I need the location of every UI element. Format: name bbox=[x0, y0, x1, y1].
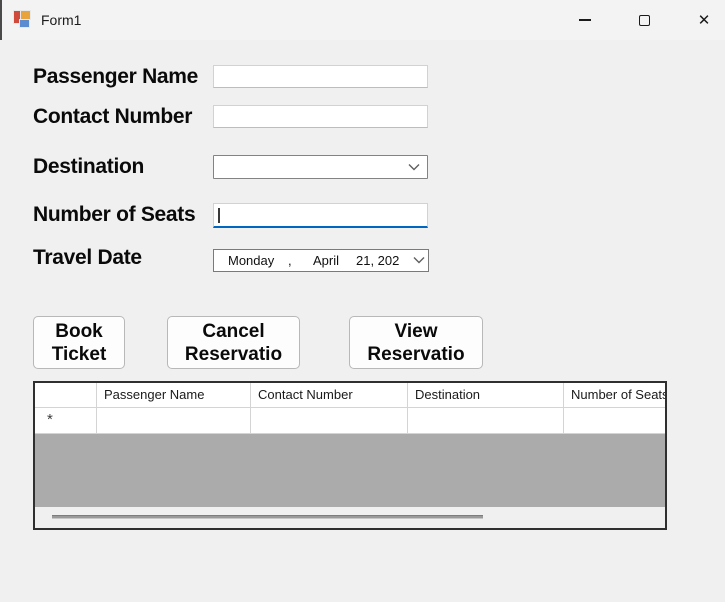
grid-column-header-destination[interactable]: Destination bbox=[408, 383, 564, 408]
number-of-seats-field-wrapper bbox=[213, 203, 428, 228]
grid-corner-cell[interactable] bbox=[35, 383, 97, 408]
cancel-reservation-label-line2: Reservatio bbox=[185, 343, 282, 366]
grid-cell-contact-number[interactable] bbox=[251, 408, 408, 434]
chevron-down-icon bbox=[408, 163, 420, 171]
contact-number-input[interactable] bbox=[213, 105, 428, 128]
date-month: April bbox=[313, 250, 339, 271]
grid-column-header-contact-number[interactable]: Contact Number bbox=[251, 383, 408, 408]
grid-cell-passenger-name[interactable] bbox=[97, 408, 251, 434]
grid-cell-destination[interactable] bbox=[408, 408, 564, 434]
travel-date-label: Travel Date bbox=[33, 245, 142, 270]
minimize-icon bbox=[579, 19, 591, 21]
view-reservation-button[interactable]: View Reservatio bbox=[349, 316, 483, 369]
minimize-button[interactable] bbox=[562, 0, 608, 40]
text-caret bbox=[218, 208, 220, 223]
grid-new-row-marker[interactable]: * bbox=[35, 408, 97, 434]
grid-scrollbar-thumb[interactable] bbox=[52, 515, 483, 519]
close-icon: ✕ bbox=[698, 13, 711, 28]
maximize-icon bbox=[639, 15, 650, 26]
view-reservation-label-line2: Reservatio bbox=[367, 343, 464, 366]
grid-horizontal-scrollbar[interactable] bbox=[35, 507, 665, 528]
book-ticket-label-line1: Book bbox=[55, 320, 103, 343]
passenger-name-input[interactable] bbox=[213, 65, 428, 88]
grid-column-header-passenger-name[interactable]: Passenger Name bbox=[97, 383, 251, 408]
grid-header-row: Passenger Name Contact Number Destinatio… bbox=[35, 383, 665, 408]
date-separator: , bbox=[288, 250, 292, 271]
reservations-data-grid: Passenger Name Contact Number Destinatio… bbox=[33, 381, 667, 530]
grid-column-header-number-of-seats[interactable]: Number of Seats bbox=[564, 383, 665, 408]
cancel-reservation-button[interactable]: Cancel Reservatio bbox=[167, 316, 300, 369]
date-chevron-down-icon bbox=[413, 256, 425, 277]
form-app-icon bbox=[13, 10, 32, 29]
view-reservation-label-line1: View bbox=[395, 320, 438, 343]
cancel-reservation-label-line1: Cancel bbox=[202, 320, 264, 343]
date-day-of-week: Monday bbox=[228, 250, 274, 271]
maximize-button[interactable] bbox=[621, 0, 667, 40]
grid-new-row: * bbox=[35, 408, 665, 434]
number-of-seats-label: Number of Seats bbox=[33, 202, 195, 227]
number-of-seats-input[interactable] bbox=[213, 203, 428, 228]
date-day-year: 21, 202 bbox=[356, 250, 399, 271]
grid-cell-number-of-seats[interactable] bbox=[564, 408, 665, 434]
travel-date-picker[interactable]: Monday , April 21, 202 bbox=[213, 249, 429, 272]
contact-number-label: Contact Number bbox=[33, 104, 192, 129]
title-bar: Form1 ✕ bbox=[0, 0, 725, 40]
book-ticket-label-line2: Ticket bbox=[52, 343, 107, 366]
destination-label: Destination bbox=[33, 154, 144, 179]
grid-empty-area bbox=[35, 434, 665, 507]
close-button[interactable]: ✕ bbox=[681, 0, 725, 40]
icon-blue-square bbox=[19, 19, 30, 28]
window-title: Form1 bbox=[41, 0, 81, 40]
destination-dropdown[interactable] bbox=[213, 155, 428, 179]
passenger-name-label: Passenger Name bbox=[33, 64, 198, 89]
book-ticket-button[interactable]: Book Ticket bbox=[33, 316, 125, 369]
